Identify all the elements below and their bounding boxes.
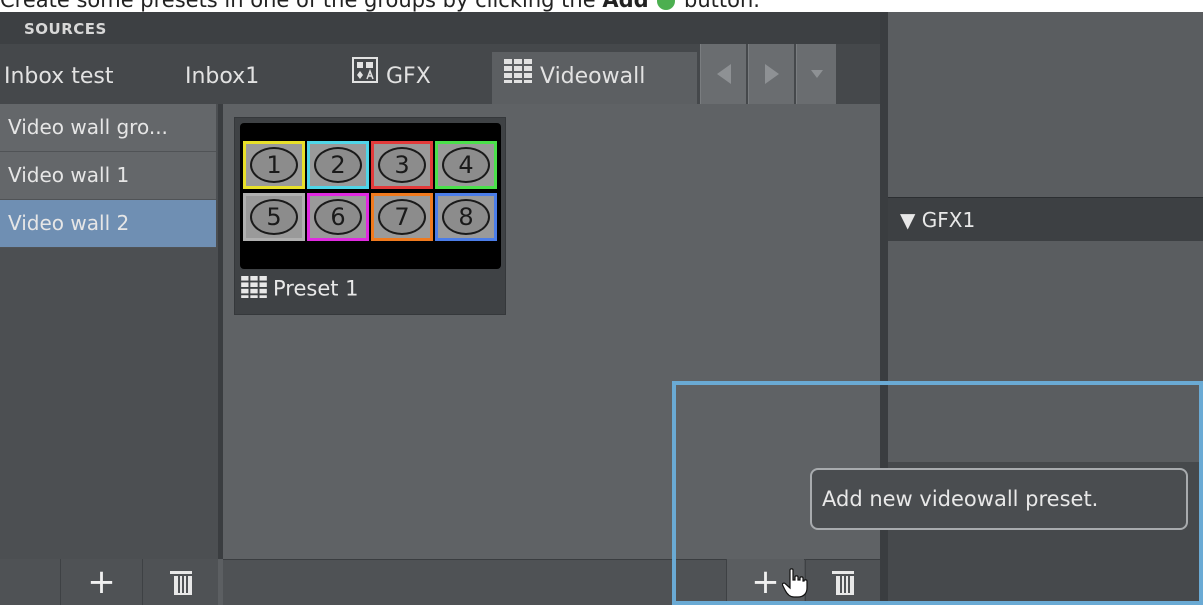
cell-number: 8	[442, 199, 490, 235]
group-item-video-wall-2[interactable]: Video wall 2	[0, 200, 216, 248]
videowall-cell: 2	[307, 141, 369, 189]
tab-videowall[interactable]: Videowall	[492, 52, 697, 112]
videowall-cell: 5	[243, 193, 305, 241]
plus-icon: +	[751, 562, 780, 602]
cell-number: 5	[250, 199, 298, 235]
cell-number: 3	[378, 147, 426, 183]
group-item-video-wall-1[interactable]: Video wall 1	[0, 152, 216, 200]
delete-preset-button[interactable]	[805, 559, 880, 605]
instruction-caption: Create some presets in one of the groups…	[0, 0, 1203, 12]
plus-icon: +	[87, 562, 116, 602]
preset-label-row: Preset 1	[241, 276, 359, 303]
add-green-icon	[657, 0, 676, 10]
expand-triangle-icon: ▼	[900, 208, 916, 232]
app-window: SOURCES Inbox test Inbox1 GFX Videowall …	[0, 12, 1203, 605]
videowall-cell: 7	[371, 193, 433, 241]
arrow-left-icon	[716, 64, 731, 84]
cell-number: 2	[314, 147, 362, 183]
tab-inbox-test[interactable]: Inbox test	[0, 52, 160, 106]
gfx-header-label: GFX1	[921, 208, 976, 232]
trash-icon	[832, 571, 854, 595]
videowall-cell: 1	[243, 141, 305, 189]
tab-inbox1[interactable]: Inbox1	[160, 52, 280, 106]
caption-strong: Add	[602, 0, 649, 12]
caption-text-after: button.	[684, 0, 760, 12]
cell-number: 4	[442, 147, 490, 183]
tab-scroll-left-button[interactable]	[700, 44, 746, 104]
tab-label: GFX	[386, 64, 431, 89]
add-group-button[interactable]: +	[60, 559, 142, 605]
cell-number: 6	[314, 199, 362, 235]
cell-number: 7	[378, 199, 426, 235]
preset-card[interactable]: 1234 5678 Preset 1	[234, 117, 506, 315]
videowall-icon	[241, 276, 267, 303]
tab-list-dropdown-button[interactable]	[796, 44, 836, 104]
add-preset-tooltip: Add new videowall preset.	[810, 468, 1188, 530]
trash-icon	[169, 571, 192, 595]
caption-text-before: Create some presets in one of the groups…	[0, 0, 596, 12]
videowall-cell: 3	[371, 141, 433, 189]
sources-header: SOURCES	[0, 12, 880, 44]
tab-label: Videowall	[540, 64, 646, 89]
group-list: Video wall gro... Video wall 1 Video wal…	[0, 104, 218, 559]
preset-thumbnail: 1234 5678	[240, 123, 501, 269]
group-item-video-wall-group[interactable]: Video wall gro...	[0, 104, 216, 152]
videowall-cell: 4	[435, 141, 497, 189]
tab-gfx[interactable]: GFX	[330, 52, 490, 106]
arrow-right-icon	[764, 64, 779, 84]
gfx-icon	[352, 52, 378, 102]
videowall-icon	[504, 52, 532, 102]
tab-label: Inbox test	[4, 64, 114, 89]
chevron-down-icon	[810, 70, 823, 78]
hand-cursor-icon	[781, 568, 808, 602]
delete-group-button[interactable]	[142, 559, 218, 605]
tab-label: Inbox1	[185, 64, 260, 89]
preset-name: Preset 1	[273, 276, 359, 301]
videowall-cell: 6	[307, 193, 369, 241]
gfx-group-header[interactable]: ▼ GFX1	[888, 197, 1203, 241]
cell-number: 1	[250, 147, 298, 183]
tab-scroll-right-button[interactable]	[748, 44, 794, 104]
videowall-cell: 8	[435, 193, 497, 241]
